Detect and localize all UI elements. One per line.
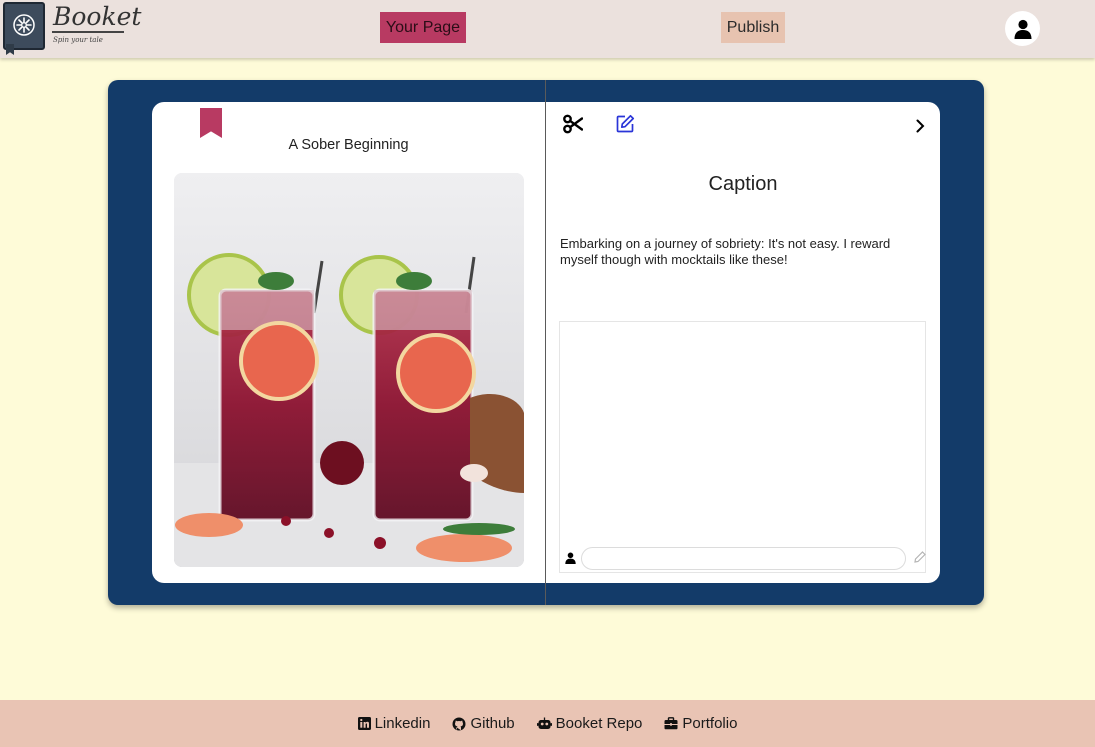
book-left-page: A Sober Beginning xyxy=(152,102,545,583)
logo-title: Booket xyxy=(53,2,142,31)
pencil-icon[interactable] xyxy=(914,551,926,563)
user-icon xyxy=(1014,19,1031,39)
comments-area xyxy=(559,321,926,573)
comment-input[interactable] xyxy=(581,547,906,570)
edit-icon[interactable] xyxy=(616,114,635,133)
logo-book-icon xyxy=(3,2,45,50)
footer-link-linkedin[interactable]: Linkedin xyxy=(357,715,431,732)
story-image xyxy=(174,173,524,567)
footer-link-label: Portfolio xyxy=(682,715,738,732)
navbar: Booket Spin your tale Your Page Publish xyxy=(0,0,1095,58)
user-account-button[interactable] xyxy=(1005,11,1040,46)
scissors-icon[interactable] xyxy=(563,114,583,134)
footer-link-label: Github xyxy=(470,715,515,732)
bookmark-icon[interactable] xyxy=(200,108,222,138)
robot-icon xyxy=(536,717,552,729)
logo-tagline: Spin your tale xyxy=(53,36,103,44)
your-page-button[interactable]: Your Page xyxy=(380,12,466,43)
footer-link-booket-repo[interactable]: Booket Repo xyxy=(536,715,643,732)
github-icon xyxy=(452,717,466,730)
story-title: A Sober Beginning xyxy=(288,137,409,153)
book-right-page: Caption Embarking on a journey of sobrie… xyxy=(546,102,940,583)
logo-bookmark-tab xyxy=(6,44,14,55)
publish-button[interactable]: Publish xyxy=(721,12,785,43)
footer-link-label: Linkedin xyxy=(374,715,431,732)
booket-logo[interactable]: Booket Spin your tale xyxy=(0,0,141,56)
footer-link-label: Booket Repo xyxy=(555,715,643,732)
briefcase-icon xyxy=(664,717,678,730)
caption-text: Embarking on a journey of sobriety: It's… xyxy=(560,236,891,267)
linkedin-icon xyxy=(357,717,371,730)
footer-link-portfolio[interactable]: Portfolio xyxy=(664,715,737,732)
footer: Linkedin Github Booket Repo Portfolio xyxy=(0,700,1095,747)
caption-heading: Caption xyxy=(708,173,778,195)
logo-underline xyxy=(52,31,124,33)
footer-link-github[interactable]: Github xyxy=(452,715,515,732)
comment-user-icon xyxy=(565,552,576,564)
chevron-right-icon[interactable] xyxy=(916,119,925,133)
